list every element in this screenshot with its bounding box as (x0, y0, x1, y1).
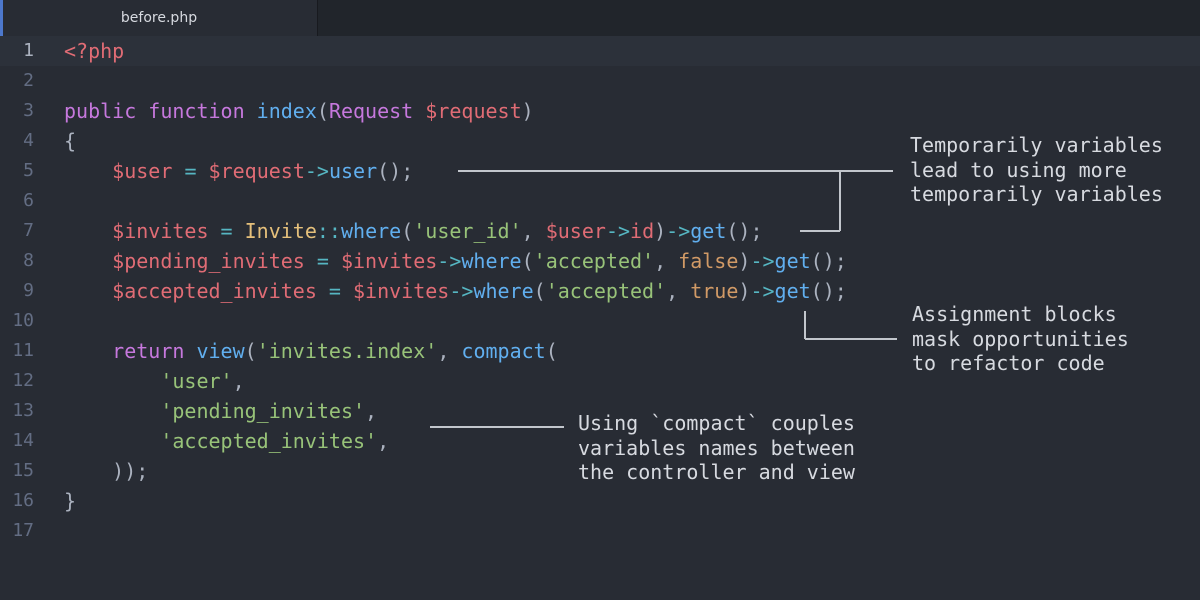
annotation-connectors (430, 170, 897, 428)
annotation-temporary-variables: Temporarily variables lead to using more… (910, 133, 1163, 206)
annotation-compact: Using `compact` couples variables names … (578, 411, 855, 484)
annotation-assignment-blocks: Assignment blocks mask opportunities to … (912, 302, 1129, 375)
